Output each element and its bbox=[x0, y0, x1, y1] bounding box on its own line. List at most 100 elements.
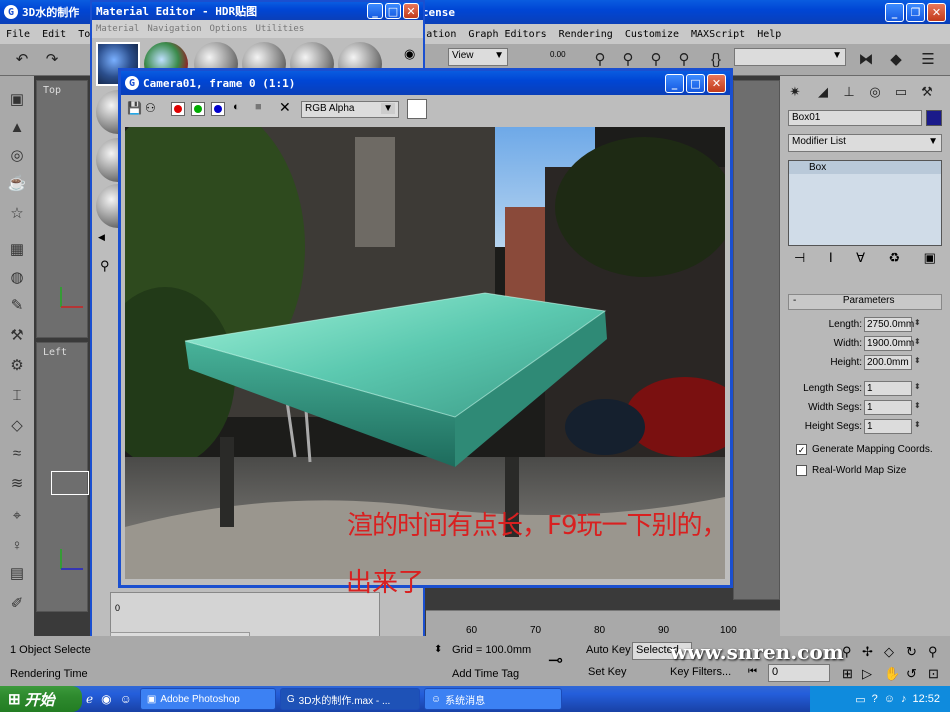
clear-icon[interactable]: ✕ bbox=[279, 99, 291, 116]
motion-tab-icon[interactable]: ◎ bbox=[864, 82, 886, 102]
orbit-icon[interactable]: ◇ bbox=[884, 644, 894, 660]
menu-file[interactable]: File bbox=[0, 29, 36, 40]
minimize-button[interactable]: _ bbox=[885, 2, 904, 22]
param-width-spinner[interactable]: ⬍ bbox=[914, 337, 921, 346]
qq-quicklaunch-icon[interactable]: ☺ bbox=[120, 692, 132, 706]
param-height-segs-value[interactable]: 1 bbox=[864, 419, 912, 434]
browser-quicklaunch-icon[interactable]: ◉ bbox=[101, 692, 111, 706]
named-selection-icon[interactable]: {} bbox=[706, 50, 726, 70]
plane-icon[interactable]: ◇ bbox=[7, 416, 27, 436]
task-3dsmax[interactable]: G 3D水的制作.max - ... bbox=[279, 688, 420, 710]
figure-icon[interactable]: ♀ bbox=[7, 536, 27, 556]
gear-icon[interactable]: ⚙ bbox=[7, 356, 27, 376]
mono-icon[interactable]: ■ bbox=[255, 101, 262, 113]
named-selection-dropdown[interactable]: ▼ bbox=[734, 48, 846, 66]
red-channel-button[interactable] bbox=[171, 102, 185, 116]
param-height-segs-spinner[interactable]: ⬍ bbox=[914, 420, 921, 429]
mat-close-button[interactable]: ✕ bbox=[403, 3, 419, 19]
restore-button[interactable]: ❐ bbox=[906, 2, 925, 22]
menu-maxscript[interactable]: MAXScript bbox=[685, 29, 751, 40]
close-button[interactable]: ✕ bbox=[927, 2, 946, 22]
parameters-rollout-header[interactable]: - Parameters bbox=[788, 294, 942, 310]
teapot-icon[interactable]: ☕ bbox=[7, 174, 27, 194]
channel-select[interactable]: RGB Alpha ▼ bbox=[301, 101, 399, 118]
hand-icon[interactable]: ✋ bbox=[884, 666, 900, 682]
cone-icon[interactable]: ▲ bbox=[7, 118, 27, 138]
menu-customize[interactable]: Customize bbox=[619, 29, 685, 40]
scroll-icon[interactable]: ▤ bbox=[7, 564, 27, 584]
param-width-value[interactable]: 1900.0mm bbox=[864, 336, 914, 351]
mat-minimize-button[interactable]: _ bbox=[367, 3, 383, 19]
redo-icon[interactable]: ↷ bbox=[42, 50, 62, 70]
object-color-swatch[interactable] bbox=[926, 110, 942, 126]
snap-icon[interactable]: ⚲ bbox=[590, 50, 610, 70]
mat-scroll-left-icon[interactable]: ◀ bbox=[98, 232, 105, 243]
undo-icon[interactable]: ↶ bbox=[12, 50, 32, 70]
param-length-segs-spinner[interactable]: ⬍ bbox=[914, 382, 921, 391]
real-world-checkbox[interactable] bbox=[796, 465, 807, 476]
task-photoshop[interactable]: ▣ Adobe Photoshop bbox=[139, 688, 276, 710]
torus-icon[interactable]: ◎ bbox=[7, 146, 27, 166]
grid-spinner-icon[interactable]: ⬍ bbox=[434, 644, 442, 655]
fov-icon[interactable]: ⚲ bbox=[928, 644, 938, 660]
percent-snap-icon[interactable]: ⚲ bbox=[646, 50, 666, 70]
show-end-result-icon[interactable]: Ⅰ bbox=[829, 250, 833, 270]
pin-stack-icon[interactable]: ⊣ bbox=[794, 250, 805, 270]
auto-key-button[interactable]: Auto Key bbox=[586, 644, 631, 656]
menu-help[interactable]: Help bbox=[751, 29, 787, 40]
sample-type-icon[interactable]: ◉ bbox=[404, 46, 415, 62]
help-tray-icon[interactable]: ? bbox=[872, 693, 878, 705]
start-button[interactable]: ⊞ 开始 bbox=[0, 686, 82, 712]
modifier-stack-item-box[interactable]: Box bbox=[789, 161, 941, 174]
stair-icon[interactable]: ⌶ bbox=[7, 386, 27, 406]
clone-icon[interactable]: ⚇ bbox=[145, 101, 156, 115]
hierarchy-tab-icon[interactable]: ⊥ bbox=[838, 82, 860, 102]
mat-menu-options[interactable]: Options bbox=[206, 24, 252, 34]
object-name-field[interactable]: Box01 bbox=[788, 110, 922, 126]
alpha-channel-icon[interactable]: ◐ bbox=[233, 101, 240, 113]
param-length-spinner[interactable]: ⬍ bbox=[914, 318, 921, 327]
top-viewport[interactable]: Top bbox=[36, 80, 88, 338]
save-icon[interactable]: 💾 bbox=[127, 101, 142, 115]
key-filters-button[interactable]: Key Filters... bbox=[670, 666, 731, 678]
brush-icon[interactable]: ⚒ bbox=[7, 326, 27, 346]
qq-tray-icon[interactable]: ☺ bbox=[884, 693, 895, 705]
task-system-message[interactable]: ☺ 系统消息 bbox=[423, 688, 562, 710]
camera-icon[interactable]: ⌖ bbox=[7, 506, 27, 526]
tray-icon-1[interactable]: ▭ bbox=[855, 693, 865, 706]
maximize-toggle-icon[interactable]: ⊡ bbox=[928, 666, 939, 682]
configure-sets-icon[interactable]: ▣ bbox=[924, 250, 936, 270]
volume-icon[interactable]: ♪ bbox=[901, 693, 907, 705]
timeline[interactable]: 60 70 80 90 100 bbox=[426, 610, 780, 636]
align-icon[interactable]: ◆ bbox=[886, 50, 906, 70]
modify-tab-icon[interactable]: ◢ bbox=[812, 82, 834, 102]
mat-menu-navigation[interactable]: Navigation bbox=[143, 24, 205, 34]
render-close-button[interactable]: ✕ bbox=[707, 73, 726, 93]
arc-rotate-icon[interactable]: ↻ bbox=[906, 644, 917, 660]
walk-icon[interactable]: ↺ bbox=[906, 666, 917, 682]
gen-mapping-checkbox[interactable]: ✓ bbox=[796, 444, 807, 455]
make-unique-icon[interactable]: ∀ bbox=[856, 250, 865, 270]
param-height-value[interactable]: 200.0mm bbox=[864, 355, 912, 370]
view-dropdown[interactable]: View ▼ bbox=[448, 48, 508, 66]
layer-icon[interactable]: ☰ bbox=[918, 50, 938, 70]
wall-icon[interactable]: ▦ bbox=[7, 240, 27, 260]
param-width-segs-value[interactable]: 1 bbox=[864, 400, 912, 415]
render-maximize-button[interactable]: □ bbox=[686, 73, 705, 93]
angle-snap-icon[interactable]: ⚲ bbox=[618, 50, 638, 70]
box-icon[interactable]: ▣ bbox=[7, 90, 27, 110]
param-height-spinner[interactable]: ⬍ bbox=[914, 356, 921, 365]
menu-animation[interactable]: ation bbox=[420, 29, 462, 40]
goto-start-icon[interactable]: ⏮ bbox=[748, 666, 757, 677]
pencil-icon[interactable]: ✎ bbox=[7, 296, 27, 316]
get-material-icon[interactable]: ⚲ bbox=[100, 258, 110, 274]
param-length-segs-value[interactable]: 1 bbox=[864, 381, 912, 396]
menu-rendering[interactable]: Rendering bbox=[553, 29, 619, 40]
green-channel-button[interactable] bbox=[191, 102, 205, 116]
menu-graph-editors[interactable]: Graph Editors bbox=[462, 29, 552, 40]
remove-modifier-icon[interactable]: ♻ bbox=[889, 250, 901, 270]
right-viewport[interactable] bbox=[733, 80, 780, 600]
set-key-button[interactable]: Set Key bbox=[588, 666, 627, 678]
modifier-list-dropdown[interactable]: Modifier List ▼ bbox=[788, 134, 942, 152]
param-width-segs-spinner[interactable]: ⬍ bbox=[914, 401, 921, 410]
